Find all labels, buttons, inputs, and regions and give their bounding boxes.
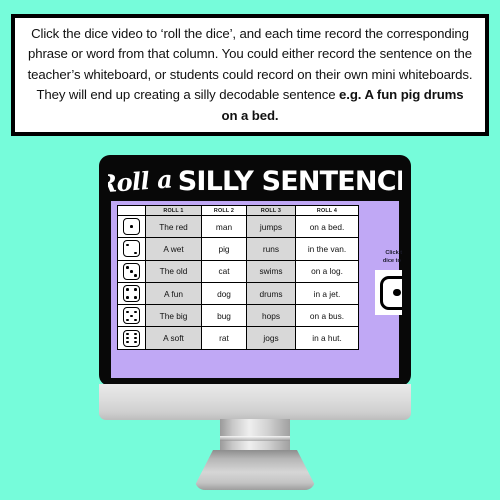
die-pip <box>126 336 129 340</box>
die-pip <box>130 269 133 273</box>
die-face-1-icon[interactable] <box>380 275 402 310</box>
table-row: The red man jumps on a bed. <box>117 214 359 239</box>
table-cell-roll-3: drums <box>246 281 296 306</box>
desktop-monitor: Roll a SILLY SENTENCE ROLL 1 ROLL 2 ROLL … <box>0 150 500 500</box>
table-cell-roll-2: man <box>201 214 247 239</box>
table-cell-roll-1: A soft <box>145 326 202 350</box>
table-cell-roll-4: in a jet. <box>295 281 359 306</box>
die-face-4-icon <box>123 285 140 303</box>
table-cell-die <box>117 214 146 239</box>
table-cell-die <box>117 237 146 261</box>
table-header-roll-2: ROLL 2 <box>201 205 247 216</box>
table-cell-roll-3: runs <box>246 237 296 261</box>
die-face-2-icon <box>123 240 140 258</box>
die-pip <box>134 332 137 336</box>
table-row: The old cat swims on a log. <box>117 259 359 283</box>
table-cell-roll-1: The big <box>145 304 202 328</box>
table-cell-roll-4: in the van. <box>295 237 359 261</box>
die-pip <box>134 288 137 291</box>
table-cell-die <box>117 326 146 350</box>
monitor-bezel: Roll a SILLY SENTENCE ROLL 1 ROLL 2 ROLL … <box>99 155 411 386</box>
table-cell-roll-4: in a hut. <box>295 326 359 350</box>
die-pip <box>126 340 129 344</box>
dice-video-player[interactable] <box>374 270 402 315</box>
slide-title-script: Roll a <box>108 163 173 199</box>
table-row: A soft rat jogs in a hut. <box>117 326 359 350</box>
dice-video-widget[interactable]: Click the dice to roll <box>367 249 402 315</box>
table-cell-roll-1: The red <box>145 214 202 239</box>
table-cell-roll-2: pig <box>201 237 247 261</box>
die-pip <box>130 314 133 318</box>
die-pip <box>126 296 129 299</box>
table-header-roll-1: ROLL 1 <box>145 205 202 216</box>
dice-widget-caption: Click the dice to roll <box>382 250 402 264</box>
table-cell-roll-4: on a bed. <box>295 214 359 239</box>
table-cell-die <box>117 281 146 306</box>
die-face-5-icon <box>123 307 140 325</box>
table-cell-roll-1: A wet <box>145 237 202 261</box>
die-pip <box>134 336 137 340</box>
die-pip <box>126 318 129 322</box>
die-pip <box>393 288 401 297</box>
table-cell-roll-3: jogs <box>246 326 296 350</box>
die-face-3-icon <box>123 262 140 280</box>
roll-a-sentence-table: ROLL 1 ROLL 2 ROLL 3 ROLL 4 The red man ju… <box>117 205 359 350</box>
slide-title-main: SILLY SENTENCE <box>177 165 402 197</box>
slide-content-panel: ROLL 1 ROLL 2 ROLL 3 ROLL 4 The red man ju… <box>111 201 402 378</box>
table-row: A fun dog drums in a jet. <box>117 281 359 306</box>
table-header-roll-4: ROLL 4 <box>295 205 359 216</box>
instruction-callout-box: Click the dice video to ‘roll the dice’,… <box>11 14 489 136</box>
table-cell-roll-3: swims <box>246 259 296 283</box>
table-cell-roll-2: dog <box>201 281 247 306</box>
die-face-6-icon <box>123 329 140 347</box>
roll-table-body: The red man jumps on a bed. A wet pig runs in t… <box>117 214 359 350</box>
table-row: The big bug hops on a bus. <box>117 304 359 328</box>
instruction-text: Click the dice video to ‘roll the dice’,… <box>15 24 485 127</box>
table-cell-roll-3: jumps <box>246 214 296 239</box>
table-cell-roll-2: bug <box>201 304 247 328</box>
table-cell-roll-1: The old <box>145 259 202 283</box>
table-header-row: ROLL 1 ROLL 2 ROLL 3 ROLL 4 <box>117 205 359 216</box>
die-pip <box>134 251 137 255</box>
die-pip <box>134 296 137 299</box>
die-pip <box>126 288 129 291</box>
die-pip <box>134 310 137 314</box>
die-pip <box>126 243 129 247</box>
monitor-stand-base <box>195 450 315 490</box>
table-cell-roll-1: A fun <box>145 281 202 306</box>
table-header-die <box>117 205 146 216</box>
die-pip <box>134 318 137 322</box>
table-cell-roll-4: on a bus. <box>295 304 359 328</box>
table-cell-die <box>117 259 146 283</box>
table-cell-roll-2: cat <box>201 259 247 283</box>
die-pip <box>126 310 129 314</box>
die-pip <box>126 332 129 336</box>
die-pip <box>134 273 137 277</box>
die-pip <box>134 340 137 344</box>
die-pip <box>126 265 129 269</box>
die-face-1-icon <box>123 218 140 236</box>
table-cell-roll-3: hops <box>246 304 296 328</box>
slide-title: Roll a SILLY SENTENCE <box>108 163 402 199</box>
table-header-roll-3: ROLL 3 <box>246 205 296 216</box>
table-cell-roll-2: rat <box>201 326 247 350</box>
monitor-screen: Roll a SILLY SENTENCE ROLL 1 ROLL 2 ROLL … <box>108 161 402 380</box>
table-cell-roll-4: on a log. <box>295 259 359 283</box>
die-pip <box>130 225 133 228</box>
table-cell-die <box>117 304 146 328</box>
monitor-chin <box>99 384 411 420</box>
table-row: A wet pig runs in the van. <box>117 237 359 261</box>
